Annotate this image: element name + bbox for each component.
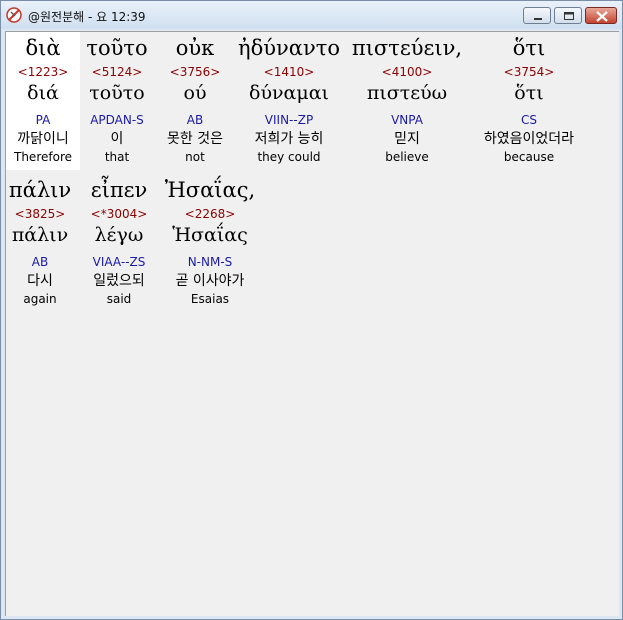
english-gloss: because — [503, 150, 555, 164]
strongs-number[interactable]: <1223> — [6, 65, 80, 79]
morphology: AB — [31, 255, 49, 269]
korean-gloss: 믿지 — [394, 131, 420, 147]
greek-word: εἶπεν — [90, 178, 148, 202]
english-gloss: Therefore — [14, 150, 72, 164]
morphology: APDAN-S — [90, 113, 144, 127]
korean-gloss: 곧 이사야가 — [175, 273, 245, 289]
korean-gloss: 일렀으되 — [93, 273, 145, 289]
strongs-number[interactable]: <3754> — [472, 65, 586, 79]
lemma: ὅτι — [514, 82, 544, 104]
english-gloss: that — [104, 150, 130, 164]
greek-word: οὐκ — [175, 36, 215, 60]
greek-word: πάλιν — [8, 178, 72, 202]
greek-word: ὅτι — [512, 36, 546, 60]
maximize-button[interactable] — [554, 7, 582, 24]
lemma: Ἡσαΐας — [172, 224, 248, 246]
english-gloss: they could — [257, 150, 321, 164]
minimize-icon — [534, 18, 542, 20]
lemma: πιστεύω — [366, 82, 448, 104]
morphology: AB — [186, 113, 204, 127]
window-title: @원전분해 - 요 12:39 — [28, 10, 146, 24]
strongs-number[interactable]: <5124> — [80, 65, 154, 79]
word-ouk[interactable]: οὐκ <3756> ού AB 못한 것은 not — [154, 34, 236, 170]
interlinear-panel[interactable]: διὰ <1223> διά PA 까닭이니 Therefore τοῦτο <… — [5, 31, 619, 616]
lemma: λέγω — [94, 224, 144, 246]
lemma: ού — [183, 82, 207, 104]
title-bar[interactable]: @원전분해 - 요 12:39 — [1, 1, 622, 29]
korean-gloss: 하였음이었더라 — [483, 131, 575, 147]
morphology: CS — [521, 113, 537, 127]
strongs-number[interactable]: <4100> — [342, 65, 472, 79]
word-eipen[interactable]: εἶπεν <*3004> λέγω VIAA--ZS 일렀으되 said — [74, 176, 164, 312]
english-gloss: said — [106, 292, 132, 306]
minimize-button[interactable] — [523, 7, 551, 24]
close-icon — [596, 11, 608, 22]
cross-app-icon[interactable] — [6, 7, 22, 23]
greek-word: πιστεύειν, — [351, 36, 463, 60]
korean-gloss: 못한 것은 — [167, 131, 223, 147]
maximize-icon — [564, 12, 574, 20]
word-dia[interactable]: διὰ <1223> διά PA 까닭이니 Therefore — [6, 34, 80, 170]
greek-word: τοῦτο — [86, 36, 148, 60]
english-gloss: again — [23, 292, 57, 306]
word-hoti[interactable]: ὅτι <3754> ὅτι CS 하였음이었더라 because — [472, 34, 586, 170]
greek-word: Ἠσαΐας, — [164, 178, 256, 202]
korean-gloss: 까닭이니 — [17, 131, 69, 147]
morphology: N-NM-S — [187, 255, 233, 269]
lemma: πάλιν — [11, 224, 69, 246]
greek-word: διὰ — [25, 36, 61, 60]
lemma: διά — [27, 82, 59, 104]
greek-word: ἠδύναντο — [238, 36, 340, 60]
morphology: VNPA — [391, 113, 423, 127]
close-button[interactable] — [585, 7, 617, 24]
word-esaias[interactable]: Ἠσαΐας, <2268> Ἡσαΐας N-NM-S 곧 이사야가 Esai… — [164, 176, 256, 312]
strongs-number[interactable]: <*3004> — [74, 207, 164, 221]
strongs-number[interactable]: <1410> — [236, 65, 342, 79]
lemma: δύναμαι — [249, 82, 329, 104]
morphology: PA — [35, 113, 51, 127]
word-pisteuein[interactable]: πιστεύειν, <4100> πιστεύω VNPA 믿지 believ… — [342, 34, 472, 170]
strongs-number[interactable]: <3756> — [154, 65, 236, 79]
korean-gloss: 다시 — [27, 273, 53, 289]
english-gloss: not — [185, 150, 205, 164]
word-edynanto[interactable]: ἠδύναντο <1410> δύναμαι VIIN--ZP 저희가 능히 … — [236, 34, 342, 170]
word-palin[interactable]: πάλιν <3825> πάλιν AB 다시 again — [6, 176, 74, 312]
strongs-number[interactable]: <3825> — [6, 207, 74, 221]
korean-gloss: 이 — [110, 131, 124, 147]
english-gloss: believe — [385, 150, 429, 164]
english-gloss: Esaias — [190, 292, 230, 306]
lemma: τοῦτο — [89, 82, 145, 104]
strongs-number[interactable]: <2268> — [164, 207, 256, 221]
korean-gloss: 저희가 능히 — [254, 131, 324, 147]
word-touto[interactable]: τοῦτο <5124> τοῦτο APDAN-S 이 that — [80, 34, 154, 170]
app-window: @원전분해 - 요 12:39 διὰ <1223> διά PA 까닭이니 T… — [0, 0, 623, 620]
morphology: VIAA--ZS — [92, 255, 146, 269]
morphology: VIIN--ZP — [264, 113, 314, 127]
